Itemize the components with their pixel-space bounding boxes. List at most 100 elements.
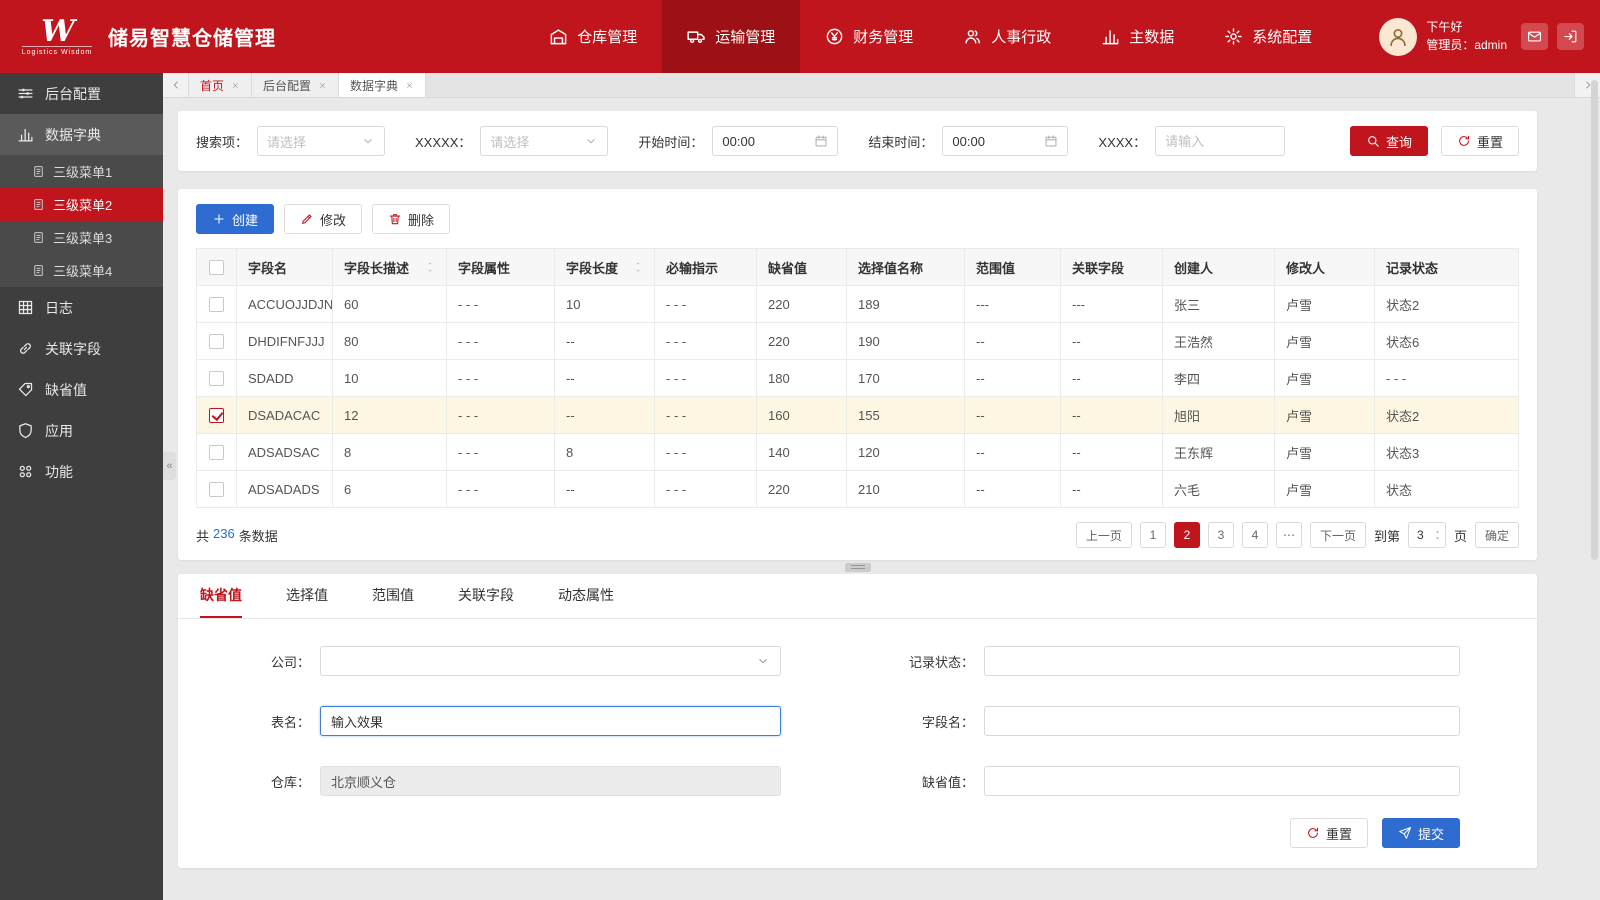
table-cell: 旭阳	[1163, 397, 1275, 434]
sidebar-subitem-1[interactable]: 三级菜单2	[0, 188, 163, 221]
row-checkbox[interactable]	[209, 445, 224, 460]
sort-control[interactable]	[425, 260, 435, 274]
sidebar-item-1[interactable]: 数据字典	[0, 114, 163, 155]
nav-item-0[interactable]: 仓库管理	[524, 0, 662, 73]
form-submit-button[interactable]: 提交	[1382, 818, 1460, 848]
sidebar-item-label: 功能	[45, 462, 73, 482]
table-row-2[interactable]: SDADD10- - ---- - -180170----李四卢雪- - -	[197, 360, 1519, 397]
avatar[interactable]	[1379, 18, 1417, 56]
table-row-3[interactable]: DSADACAC12- - ---- - -160155----旭阳卢雪状态2	[197, 397, 1519, 434]
table-row-0[interactable]: ACCUOJJDJN60- - -10- - -220189------张三卢雪…	[197, 286, 1519, 323]
page-ellipsis[interactable]: ⋯	[1276, 522, 1302, 548]
next-page-button[interactable]: 下一页	[1310, 522, 1366, 548]
page-button-2[interactable]: 2	[1174, 522, 1200, 548]
nav-item-2[interactable]: 财务管理	[800, 0, 938, 73]
tabs-scroll-left-button[interactable]	[163, 73, 189, 97]
row-checkbox[interactable]	[209, 482, 224, 497]
nav-item-4[interactable]: 主数据	[1076, 0, 1199, 73]
nav-item-5[interactable]: 系统配置	[1199, 0, 1337, 73]
jump-page-input[interactable]: 3	[1408, 522, 1446, 548]
warehouse-input[interactable]	[320, 766, 781, 796]
detail-tab-3[interactable]: 关联字段	[458, 574, 514, 618]
close-icon[interactable]	[231, 81, 240, 90]
page-button-4[interactable]: 4	[1242, 522, 1268, 548]
close-icon[interactable]	[318, 81, 327, 90]
page-button-3[interactable]: 3	[1208, 522, 1234, 548]
row-checkbox[interactable]	[209, 334, 224, 349]
form-reset-button[interactable]: 重置	[1290, 818, 1368, 848]
confirm-page-button[interactable]: 确定	[1475, 522, 1519, 548]
page-button-1[interactable]: 1	[1140, 522, 1166, 548]
col-header-1[interactable]: 字段长描述	[333, 249, 447, 286]
edit-button[interactable]: 修改	[284, 204, 362, 234]
warehouse-icon	[549, 27, 568, 46]
table-cell: 卢雪	[1275, 323, 1375, 360]
search-field-1: XXXXX：请选择	[415, 126, 608, 156]
sidebar-item-2[interactable]: 日志	[0, 287, 163, 328]
search-time-3[interactable]: 00:00	[942, 126, 1068, 156]
col-header-3[interactable]: 字段长度	[555, 249, 655, 286]
search-input-4[interactable]	[1155, 126, 1285, 156]
logout-icon	[1563, 29, 1578, 44]
close-icon[interactable]	[405, 81, 414, 90]
sidebar-item-4[interactable]: 缺省值	[0, 369, 163, 410]
record-status-input[interactable]	[984, 646, 1460, 676]
split-drag-handle[interactable]	[845, 563, 871, 572]
detail-tab-0[interactable]: 缺省值	[200, 574, 242, 618]
table-row-1[interactable]: DHDIFNFJJJ80- - ---- - -220190----王浩然卢雪状…	[197, 323, 1519, 360]
table-cell: - - -	[655, 434, 757, 471]
caret-down-icon	[633, 267, 643, 274]
sidebar-item-0[interactable]: 后台配置	[0, 73, 163, 114]
tab-0[interactable]: 首页	[189, 73, 252, 97]
sidebar-subitem-0[interactable]: 三级菜单1	[0, 155, 163, 188]
select-all-checkbox[interactable]	[209, 260, 224, 275]
logout-button[interactable]	[1557, 23, 1584, 50]
sort-control[interactable]	[633, 260, 643, 274]
row-checkbox[interactable]	[209, 408, 224, 423]
search-field-4: XXXX：	[1098, 126, 1285, 156]
nav-item-1[interactable]: 运输管理	[662, 0, 800, 73]
sidebar-item-6[interactable]: 功能	[0, 451, 163, 492]
sidebar-submenu: 三级菜单1三级菜单2三级菜单3三级菜单4	[0, 155, 163, 287]
table-cell: 189	[847, 286, 965, 323]
gear-icon	[1224, 27, 1243, 46]
table-header-row: 字段名字段长描述字段属性字段长度必输指示缺省值选择值名称范围值关联字段创建人修改…	[197, 249, 1519, 286]
sidebar-item-5[interactable]: 应用	[0, 410, 163, 451]
search-select-1[interactable]: 请选择	[480, 126, 608, 156]
detail-tab-1[interactable]: 选择值	[286, 574, 328, 618]
row-checkbox[interactable]	[209, 371, 224, 386]
sidebar-item-label: 数据字典	[45, 125, 101, 145]
table-name-input[interactable]	[320, 706, 781, 736]
tab-2[interactable]: 数据字典	[339, 73, 426, 97]
page-scrollbar[interactable]	[1591, 80, 1598, 560]
chevron-down-icon	[584, 134, 598, 148]
jump-spinner[interactable]	[1433, 529, 1442, 541]
table-row-5[interactable]: ADSADADS6- - ---- - -220210----六毛卢雪状态	[197, 471, 1519, 508]
form-actions: 重置 提交	[178, 796, 1537, 854]
company-select[interactable]	[320, 646, 781, 676]
prev-page-button[interactable]: 上一页	[1076, 522, 1132, 548]
delete-button[interactable]: 删除	[372, 204, 450, 234]
default-value-input[interactable]	[984, 766, 1460, 796]
detail-tab-2[interactable]: 范围值	[372, 574, 414, 618]
query-button[interactable]: 查询	[1350, 126, 1428, 156]
table-cell: --	[555, 323, 655, 360]
nav-item-3[interactable]: 人事行政	[938, 0, 1076, 73]
apps-icon	[17, 463, 34, 480]
sidebar-collapse-handle[interactable]: «	[163, 452, 176, 480]
field-name-input[interactable]	[984, 706, 1460, 736]
search-select-0[interactable]: 请选择	[257, 126, 385, 156]
detail-tab-4[interactable]: 动态属性	[558, 574, 614, 618]
mail-button[interactable]	[1521, 23, 1548, 50]
create-button[interactable]: 创建	[196, 204, 274, 234]
search-time-2[interactable]: 00:00	[712, 126, 838, 156]
user-icon	[1387, 26, 1409, 48]
sidebar-subitem-3[interactable]: 三级菜单4	[0, 254, 163, 287]
sidebar-item-3[interactable]: 关联字段	[0, 328, 163, 369]
tab-1[interactable]: 后台配置	[252, 73, 339, 97]
search-reset-button[interactable]: 重置	[1441, 126, 1519, 156]
chevron-down-icon	[756, 654, 770, 668]
table-row-4[interactable]: ADSADSAC8- - -8- - -140120----王东辉卢雪状态3	[197, 434, 1519, 471]
row-checkbox[interactable]	[209, 297, 224, 312]
sidebar-subitem-2[interactable]: 三级菜单3	[0, 221, 163, 254]
